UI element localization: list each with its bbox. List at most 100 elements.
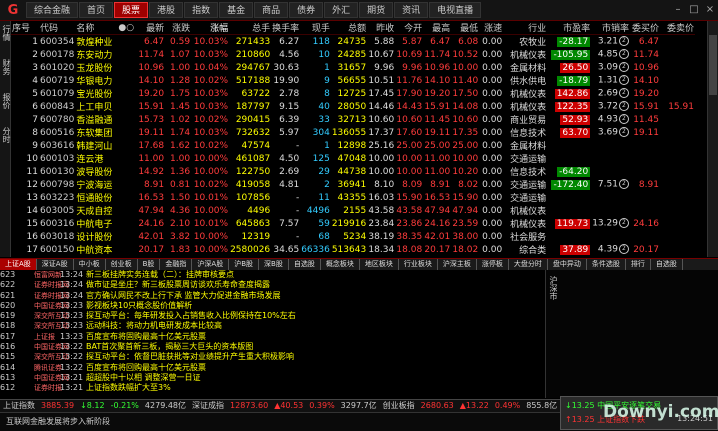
table-row[interactable]: 14 603005 天成自控 47.94 4.36 10.00% 4496-4496 2155… <box>11 204 695 218</box>
news-item[interactable]: 614 腾讯证券 13:22 百度宣布将回购最高十亿美元股票 <box>0 363 545 373</box>
market-tab[interactable]: 深证A股 <box>37 259 74 270</box>
table-row[interactable]: 12 600798 宁波海运 8.91 0.81 10.02% 419058 4.81 2 369… <box>11 178 695 191</box>
table-row[interactable]: 3 601020 玉龙股份 10.96 1.00 10.04% 294767 30.63 1 31… <box>11 61 695 74</box>
news-title[interactable]: 探互动平台：依督巴脏获批等对业绩提升产生重大积极影响 <box>86 352 294 362</box>
news-item[interactable]: 617 上证报 13:23 百度宣布将固购最高十亿美元股票 <box>0 332 545 342</box>
news-item[interactable]: 615 深交所互动 13:22 探互动平台：依督巴脏获批等对业绩提升产生重大积极影响 <box>0 352 545 362</box>
news-title[interactable]: 上证指数跌幅扩大至3% <box>86 383 171 393</box>
column-header[interactable]: 昨收 <box>367 21 396 35</box>
market-tab[interactable]: 深B股 <box>259 259 289 270</box>
news-item[interactable]: 622 证券时报网 13:24 做市证是坐庄？新三板股票周访谈欢乐寿命查度揭露 <box>0 280 545 290</box>
news-title[interactable]: 影视板块10只概念股价值解析 <box>86 301 192 311</box>
news-item[interactable]: 619 深交所互动 13:23 探互动平台：毎年研发投入占销售收入比例保持在10%左右 <box>0 311 545 321</box>
news-title[interactable]: 百度宣布将固购最高十亿美元股票 <box>86 332 206 342</box>
market-tab[interactable]: 沪深A股 <box>192 259 230 270</box>
market-tab[interactable]: 上证A股 <box>0 259 37 270</box>
news-item[interactable]: 623 恒富网新 13:24 新三板挂牌实务连载（二）：挂牌审核要点 <box>0 270 545 280</box>
tab-0[interactable]: 综合金融 <box>26 2 79 18</box>
table-row[interactable]: 16 603018 设计股份 42.01 3.82 10.00% 12319-68 5234 3… <box>11 230 695 244</box>
column-header[interactable]: 涨速 <box>479 21 504 35</box>
tab-6[interactable]: 商品 <box>254 2 289 18</box>
market-tab[interactable]: 条件选股 <box>587 259 626 270</box>
news-item[interactable]: 612 证券时报 13:21 上证指数跌幅扩大至3% <box>0 383 545 393</box>
news-item[interactable]: 620 中国证券网 13:23 影视板块10只概念股价值解析 <box>0 301 545 311</box>
column-header[interactable]: 涨幅 <box>191 21 230 35</box>
market-tab[interactable]: 自选股 <box>651 259 683 270</box>
market-tab[interactable]: 大盘分时 <box>509 259 548 270</box>
column-header[interactable]: 代码 <box>39 21 76 35</box>
maximize-icon[interactable]: □ <box>686 2 702 18</box>
table-row[interactable]: 10 600103 连云港 11.00 1.00 10.00% 461087 4.50 125 4… <box>11 152 695 166</box>
market-tab[interactable]: B股 <box>138 259 161 270</box>
market-tab[interactable]: 盘中异动 <box>548 259 587 270</box>
tab-5[interactable]: 基金 <box>219 2 254 18</box>
column-header[interactable]: 委买价 <box>629 21 660 35</box>
column-header[interactable]: 换手率 <box>271 21 301 35</box>
market-tab[interactable]: 排行 <box>626 259 651 270</box>
scroll-thumb[interactable] <box>709 35 717 95</box>
news-title[interactable]: 远动科技：将动力机电研发成本比较高 <box>86 321 222 331</box>
column-header[interactable]: 最高 <box>423 21 452 35</box>
tab-4[interactable]: 指数 <box>184 2 219 18</box>
tab-7[interactable]: 债券 <box>289 2 324 18</box>
market-tab[interactable]: 沪B股 <box>229 259 260 270</box>
column-header[interactable]: 行业 <box>503 21 548 35</box>
news-title[interactable]: 超超股中十以相 调整深营一日证 <box>86 373 201 383</box>
tab-9[interactable]: 期货 <box>359 2 394 18</box>
table-row[interactable]: 13 603223 恒通股份 16.53 1.50 10.01% 107856 - 11 4335… <box>11 191 695 205</box>
column-header[interactable]: 名称 <box>75 21 118 35</box>
market-tab[interactable]: 沪深主板 <box>438 259 477 270</box>
column-header[interactable]: 最低 <box>451 21 480 35</box>
column-header[interactable]: ●○ <box>117 21 136 35</box>
tab-10[interactable]: 资讯 <box>394 2 429 18</box>
news-title[interactable]: 新三板挂牌实务连载（二）：挂牌审核要点 <box>86 270 234 280</box>
tab-8[interactable]: 外汇 <box>324 2 359 18</box>
market-tab[interactable]: 自选股 <box>289 259 321 270</box>
news-item[interactable]: 616 中国证券网 13:22 BAT首次聚首新三板，揭秘三大巨头的资本版图 <box>0 342 545 352</box>
news-item[interactable]: 613 中国证券网 13:21 超超股中十以相 调整深营一日证 <box>0 373 545 383</box>
tab-3[interactable]: 港股 <box>149 2 184 18</box>
market-tab[interactable]: 概念板块 <box>321 259 360 270</box>
market-tab[interactable]: 金融指 <box>160 259 193 270</box>
table-row[interactable]: 17 600150 中航资本 20.17 1.83 10.00% 2580026 34.65 6… <box>11 243 695 256</box>
column-header[interactable]: 市销率 <box>591 21 630 35</box>
minimize-icon[interactable]: – <box>670 2 686 18</box>
table-row[interactable]: 7 600780 香溢融通 15.73 1.02 10.02% 290415 6.39 33 32… <box>11 113 695 126</box>
table-row[interactable]: 1 600354 敦煌种业 6.47 0.59 10.03% 271433 6.27 118 24… <box>11 35 695 48</box>
news-title[interactable]: 百度宣布将回购最高十亿美元股票 <box>86 363 206 373</box>
news-item[interactable]: 618 深交所互动 13:23 远动科技：将动力机电研发成本比较高 <box>0 321 545 331</box>
table-row[interactable]: 18603299宝钢包装15.431.409.98%611066-1120643… <box>11 256 695 257</box>
table-row[interactable]: 8 600516 东软集团 19.11 1.74 10.03% 732632 5.97 304 1… <box>11 126 695 139</box>
news-title[interactable]: BAT首次聚首新三板，揭秘三大巨头的资本版图 <box>86 342 253 352</box>
column-header[interactable]: 序号 <box>11 21 39 35</box>
vertical-scrollbar[interactable] <box>707 21 718 257</box>
market-tab[interactable]: 涨停板 <box>477 259 509 270</box>
column-header[interactable]: 最新 <box>135 21 166 35</box>
market-tab[interactable]: 创业板 <box>106 259 138 270</box>
market-tab[interactable]: 行业板块 <box>399 259 438 270</box>
table-row[interactable]: 2 600178 东安动力 11.74 1.07 10.03% 210860 4.56 10 24… <box>11 48 695 61</box>
tab-11[interactable]: 电视直播 <box>429 2 482 18</box>
news-title[interactable]: 官方确认网民不改上行下承 监管大力促进金融市场发展 <box>86 291 281 301</box>
column-header[interactable]: 今开 <box>395 21 424 35</box>
column-header[interactable]: 涨跌 <box>165 21 192 35</box>
table-row[interactable]: 15 600316 中航电子 24.16 2.10 10.01% 645863 7.57 59 2… <box>11 217 695 230</box>
column-header[interactable]: 总手 <box>229 21 272 35</box>
news-item[interactable]: 621 证券时报网 13:24 官方确认网民不改上行下承 监管大力促进金融市场发展 <box>0 291 545 301</box>
column-header[interactable]: 总额 <box>330 21 368 35</box>
news-title[interactable]: 探互动平台：毎年研发投入占销售收入比例保持在10%左右 <box>86 311 296 321</box>
news-title[interactable]: 做市证是坐庄？新三板股票周访谈欢乐寿命查度揭露 <box>86 280 270 290</box>
market-tab[interactable]: 地区板块 <box>360 259 399 270</box>
table-row[interactable]: 4 600719 华银电力 14.10 1.28 10.02% 517188 19.90 9 56… <box>11 74 695 87</box>
column-header[interactable]: 市盈率 <box>547 21 592 35</box>
column-header[interactable]: 现手 <box>300 21 331 35</box>
column-header[interactable]: 委卖价 <box>659 21 695 35</box>
table-row[interactable]: 9 603616 韩建河山 17.68 1.62 10.02% 47574-1 12898 25… <box>11 139 695 153</box>
table-row[interactable]: 5 601079 宝光股份 19.20 1.75 10.03% 63722 2.78 8 1272… <box>11 87 695 100</box>
market-tab[interactable]: 中小板 <box>74 259 106 270</box>
tab-1[interactable]: 首页 <box>79 2 114 18</box>
close-icon[interactable]: × <box>702 2 718 18</box>
headline-ticker[interactable]: 互联网金融发展将步入新阶段 <box>6 416 110 427</box>
table-row[interactable]: 6 600843 上工申贝 15.91 1.45 10.03% 187797 9.15 40 28… <box>11 100 695 113</box>
tab-2[interactable]: 股票 <box>114 2 149 18</box>
